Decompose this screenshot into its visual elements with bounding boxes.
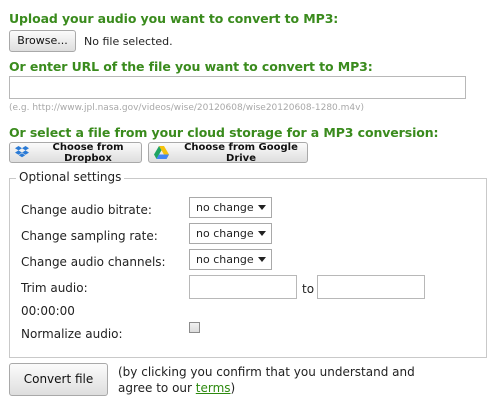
disclaimer-suffix: )	[230, 381, 236, 395]
sampling-select[interactable]: no change	[189, 223, 272, 244]
bitrate-label: Change audio bitrate:	[21, 203, 152, 217]
trim-to-input[interactable]	[317, 275, 425, 299]
trim-to-label: to	[302, 282, 315, 296]
url-input[interactable]	[9, 76, 466, 99]
optional-settings-legend: Optional settings	[16, 170, 125, 184]
url-heading: Or enter URL of the file you want to con…	[9, 59, 373, 74]
dropbox-icon	[15, 146, 29, 158]
sampling-label: Change sampling rate:	[21, 229, 158, 243]
bitrate-select[interactable]: no change	[189, 197, 272, 218]
browse-button[interactable]: Browse...	[9, 30, 76, 52]
chevron-down-icon	[258, 231, 266, 236]
disclaimer-prefix: agree to our	[118, 381, 196, 395]
channels-select[interactable]: no change	[189, 249, 272, 270]
normalize-label: Normalize audio:	[21, 327, 123, 341]
upload-heading: Upload your audio you want to convert to…	[9, 11, 339, 26]
bitrate-select-value: no change	[196, 201, 254, 214]
google-drive-button[interactable]: Choose from Google Drive	[148, 141, 308, 164]
trim-from-input[interactable]	[189, 275, 297, 299]
file-status-text: No file selected.	[84, 35, 173, 48]
google-drive-icon	[154, 146, 169, 159]
cloud-heading: Or select a file from your cloud storage…	[9, 125, 439, 140]
chevron-down-icon	[258, 257, 266, 262]
normalize-checkbox[interactable]	[189, 322, 200, 333]
convert-file-button[interactable]: Convert file	[9, 363, 108, 396]
disclaimer-line-2: agree to our terms)	[118, 381, 235, 395]
dropbox-button-label: Choose from Dropbox	[52, 141, 124, 164]
dropbox-button[interactable]: Choose from Dropbox	[9, 141, 142, 164]
trim-format-hint: 00:00:00	[21, 304, 75, 318]
sampling-select-value: no change	[196, 227, 254, 240]
google-drive-button-label: Choose from Google Drive	[184, 141, 298, 164]
chevron-down-icon	[258, 205, 266, 210]
trim-label: Trim audio:	[21, 281, 88, 295]
terms-link[interactable]: terms	[196, 381, 231, 395]
channels-label: Change audio channels:	[21, 255, 166, 269]
channels-select-value: no change	[196, 253, 254, 266]
url-example-hint: (e.g. http://www.jpl.nasa.gov/videos/wis…	[9, 103, 364, 113]
disclaimer-line-1: (by clicking you confirm that you unders…	[118, 365, 415, 379]
